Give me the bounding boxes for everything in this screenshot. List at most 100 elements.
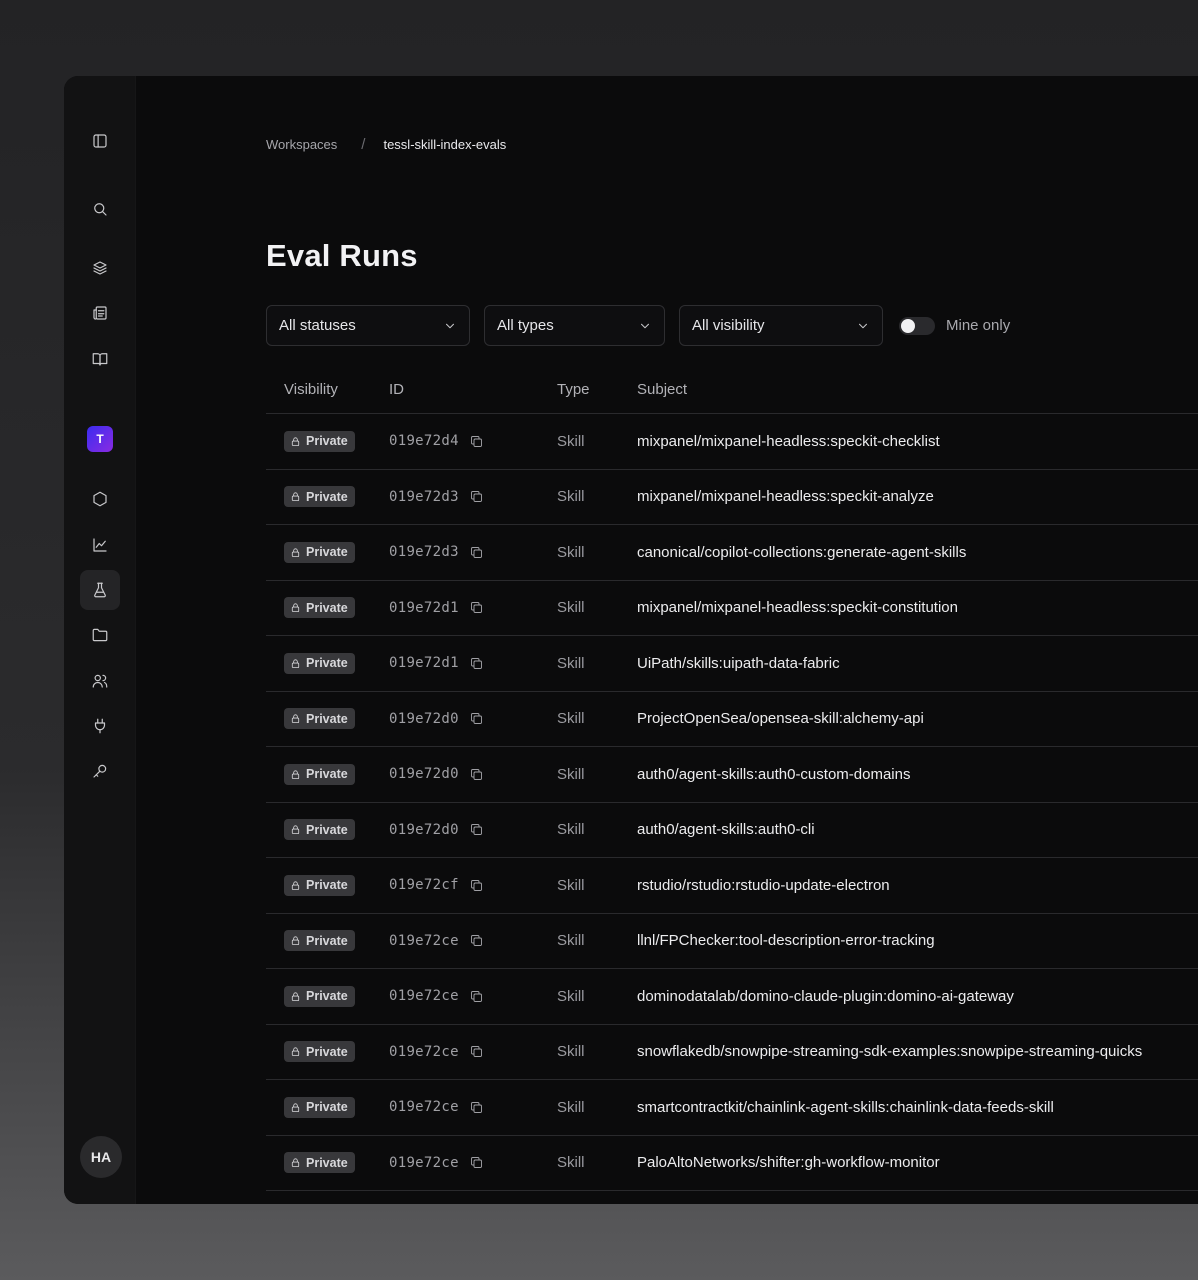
run-subject[interactable]: smartcontractkit/chainlink-agent-skills:… (637, 1099, 1198, 1116)
plug-icon[interactable] (80, 706, 120, 746)
type-filter-select[interactable]: All types (484, 305, 665, 346)
run-type: Skill (557, 432, 585, 450)
copy-icon[interactable] (469, 656, 484, 671)
visibility-badge: Private (284, 1152, 355, 1174)
copy-icon[interactable] (469, 822, 484, 837)
run-subject[interactable]: dominodatalab/domino-claude-plugin:domin… (637, 988, 1198, 1005)
lock-icon (291, 492, 300, 502)
main-content: Workspaces / tessl-skill-index-evals Eva… (136, 76, 1198, 1204)
layers-icon[interactable] (80, 248, 120, 288)
copy-icon[interactable] (469, 767, 484, 782)
run-id: 019e72ce (389, 988, 459, 1005)
column-header-id[interactable]: ID (389, 381, 557, 398)
run-subject[interactable]: canonical/copilot-collections:generate-a… (637, 544, 1198, 561)
visibility-label: Private (306, 711, 348, 726)
filter-bar: All statuses All types All visibility Mi… (266, 305, 1010, 346)
flask-icon[interactable] (80, 570, 120, 610)
chevron-down-icon (640, 323, 650, 328)
run-id: 019e72d4 (389, 433, 459, 450)
search-icon[interactable] (80, 189, 120, 229)
lock-icon (291, 825, 300, 835)
run-subject[interactable]: auth0/agent-skills:auth0-custom-domains (637, 766, 1198, 783)
copy-icon[interactable] (469, 1100, 484, 1115)
run-subject[interactable]: auth0/agent-skills:auth0-cli (637, 821, 1198, 838)
table-row[interactable]: Private 019e72d0 Skill auth0/agent-skill… (266, 747, 1198, 803)
table-row[interactable]: Private 019e72d1 Skill UiPath/skills:uip… (266, 636, 1198, 692)
breadcrumb: Workspaces / tessl-skill-index-evals (266, 136, 506, 153)
copy-icon[interactable] (469, 1044, 484, 1059)
book-icon[interactable] (80, 339, 120, 379)
visibility-filter-select[interactable]: All visibility (679, 305, 883, 346)
visibility-label: Private (306, 600, 348, 615)
table-row[interactable]: Private 019e72cf Skill rstudio/rstudio:r… (266, 858, 1198, 914)
table-row[interactable]: Private 019e72d3 Skill mixpanel/mixpanel… (266, 470, 1198, 525)
run-subject[interactable]: mixpanel/mixpanel-headless:speckit-const… (637, 599, 1198, 616)
copy-icon[interactable] (469, 600, 484, 615)
table-row[interactable]: Private 019e72d1 Skill mixpanel/mixpanel… (266, 581, 1198, 636)
copy-icon[interactable] (469, 711, 484, 726)
table-header: Visibility ID Type Subject (266, 366, 1198, 414)
run-type: Skill (557, 765, 585, 783)
mine-only-toggle[interactable] (899, 316, 935, 335)
lock-icon (291, 714, 300, 724)
run-id: 019e72cf (389, 877, 459, 894)
table-row[interactable]: Private 019e72ce Skill smartcontractkit/… (266, 1080, 1198, 1136)
breadcrumb-current[interactable]: tessl-skill-index-evals (383, 137, 506, 152)
run-subject[interactable]: snowflakedb/snowpipe-streaming-sdk-examp… (637, 1043, 1198, 1060)
lock-icon (291, 881, 300, 890)
copy-icon[interactable] (469, 878, 484, 893)
visibility-badge: Private (284, 930, 355, 952)
toggle-knob (901, 318, 915, 333)
breadcrumb-workspaces-link[interactable]: Workspaces (266, 137, 337, 152)
visibility-label: Private (306, 989, 348, 1004)
run-subject[interactable]: rstudio/rstudio:rstudio-update-electron (637, 877, 1198, 894)
table-row[interactable]: Private 019e72ce Skill PaloAltoNetworks/… (266, 1136, 1198, 1191)
table-row[interactable]: Private 019e72ce Skill llnl/FPChecker:to… (266, 914, 1198, 969)
run-subject[interactable]: mixpanel/mixpanel-headless:speckit-analy… (637, 488, 1198, 505)
user-avatar[interactable]: HA (80, 1136, 122, 1178)
column-header-subject[interactable]: Subject (637, 381, 1198, 398)
mine-only-label: Mine only (946, 317, 1011, 334)
lock-icon (291, 770, 300, 779)
run-subject[interactable]: UiPath/skills:uipath-data-fabric (637, 655, 1198, 672)
copy-icon[interactable] (469, 489, 484, 504)
status-filter-select[interactable]: All statuses (266, 305, 470, 346)
run-subject[interactable]: PaloAltoNetworks/shifter:gh-workflow-mon… (637, 1154, 1198, 1171)
eval-runs-table: Visibility ID Type Subject Private 019e7… (266, 366, 1198, 1191)
sidebar: T HA (64, 76, 136, 1204)
chart-icon[interactable] (80, 525, 120, 565)
run-subject[interactable]: mixpanel/mixpanel-headless:speckit-check… (637, 433, 1198, 450)
run-id: 019e72d1 (389, 655, 459, 672)
key-icon[interactable] (80, 751, 120, 791)
table-row[interactable]: Private 019e72ce Skill dominodatalab/dom… (266, 969, 1198, 1025)
run-subject[interactable]: llnl/FPChecker:tool-description-error-tr… (637, 932, 1198, 949)
column-header-type[interactable]: Type (557, 381, 637, 398)
run-type: Skill (557, 1098, 585, 1116)
table-row[interactable]: Private 019e72ce Skill snowflakedb/snowp… (266, 1025, 1198, 1080)
copy-icon[interactable] (469, 434, 484, 449)
folder-icon[interactable] (80, 615, 120, 655)
hexagon-icon[interactable] (80, 479, 120, 519)
visibility-badge: Private (284, 486, 355, 508)
table-row[interactable]: Private 019e72d0 Skill auth0/agent-skill… (266, 803, 1198, 858)
table-row[interactable]: Private 019e72d4 Skill mixpanel/mixpanel… (266, 414, 1198, 470)
sidebar-toggle-icon[interactable] (80, 121, 120, 161)
run-type: Skill (557, 1154, 585, 1172)
run-type: Skill (557, 987, 585, 1005)
visibility-badge: Private (284, 1041, 355, 1063)
copy-icon[interactable] (469, 933, 484, 948)
newspaper-icon[interactable] (80, 293, 120, 333)
run-subject[interactable]: ProjectOpenSea/opensea-skill:alchemy-api (637, 710, 1198, 727)
table-row[interactable]: Private 019e72d3 Skill canonical/copilot… (266, 525, 1198, 581)
workspace-badge[interactable]: T (87, 426, 113, 452)
users-icon[interactable] (80, 661, 120, 701)
visibility-label: Private (306, 1155, 348, 1170)
run-type: Skill (557, 599, 585, 617)
visibility-badge: Private (284, 819, 355, 841)
visibility-badge: Private (284, 708, 355, 730)
table-row[interactable]: Private 019e72d0 Skill ProjectOpenSea/op… (266, 692, 1198, 747)
copy-icon[interactable] (469, 989, 484, 1004)
copy-icon[interactable] (469, 1155, 484, 1170)
column-header-visibility[interactable]: Visibility (266, 381, 389, 398)
copy-icon[interactable] (469, 545, 484, 560)
